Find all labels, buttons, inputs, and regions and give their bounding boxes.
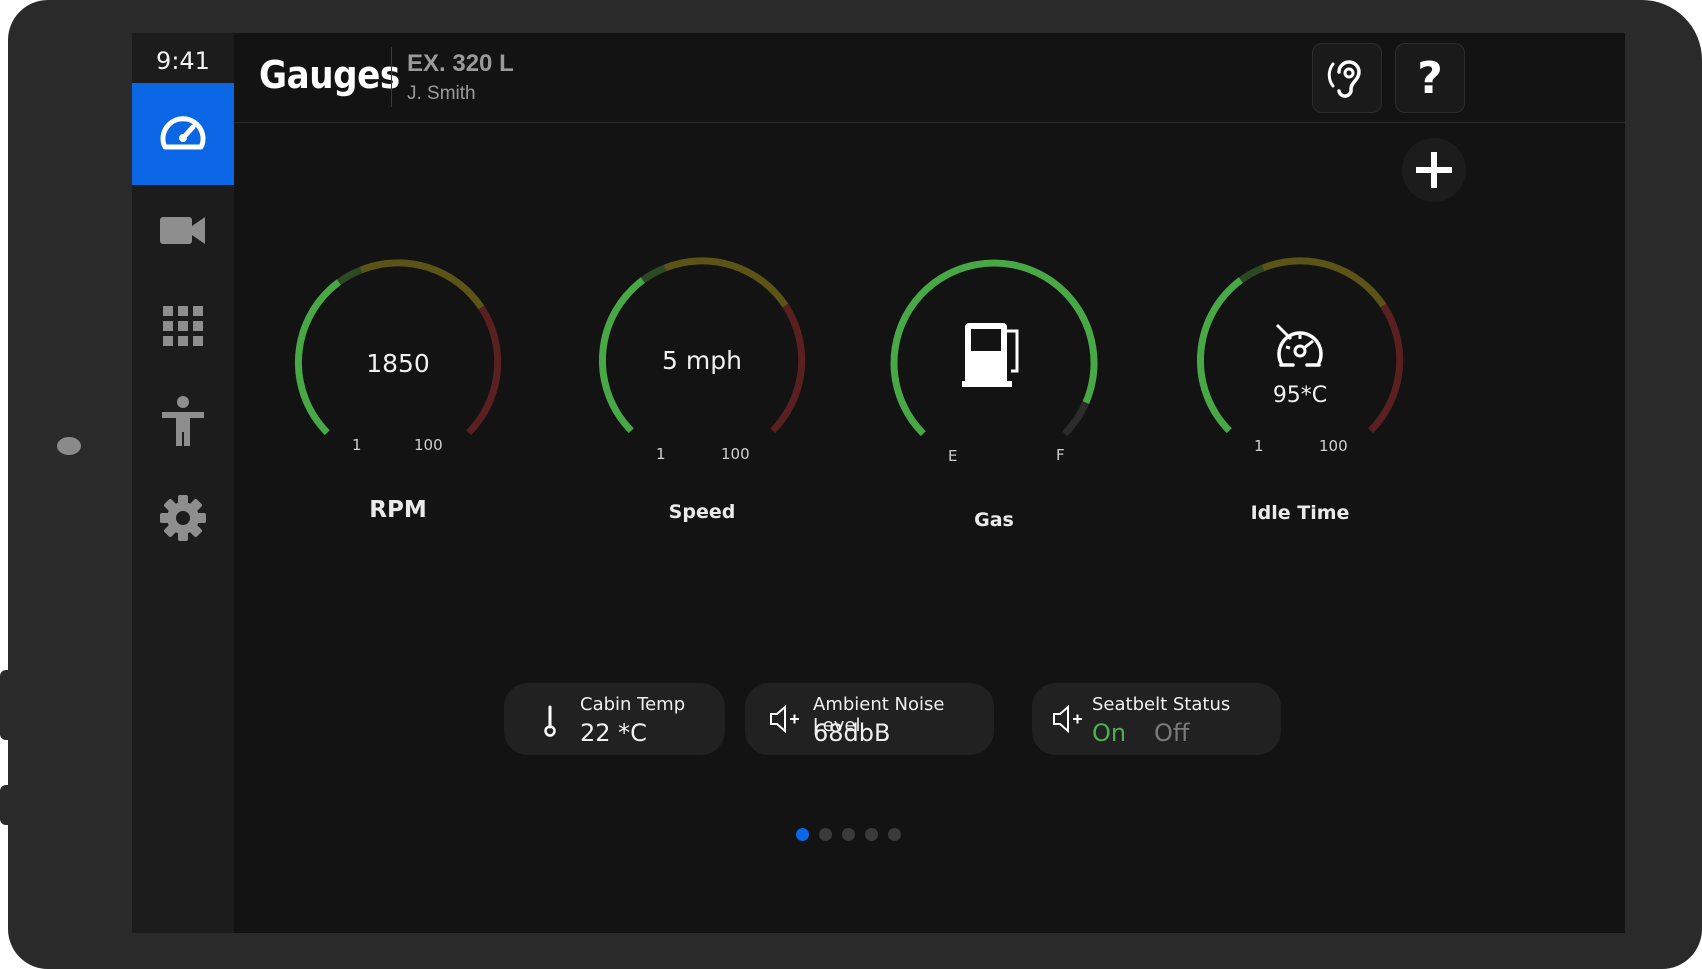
speaker-icon [770,705,799,733]
screen: 9:41 Gauges EX. 320 L J. Smith ? 1850 1 … [132,33,1625,933]
speaker-icon [1053,705,1082,733]
tablet-frame: 9:41 Gauges EX. 320 L J. Smith ? 1850 1 … [0,0,1702,969]
help-label: ? [1417,52,1443,104]
ear-icon [1327,60,1361,98]
sidebar-item-gauges[interactable] [132,83,234,185]
side-button-upper [0,670,10,740]
gauge-gas[interactable]: E F Gas [844,213,1144,531]
page-dot[interactable] [796,828,809,841]
fuel-pump-icon [962,317,1026,394]
hearing-assist-button[interactable] [1312,43,1382,113]
thermometer-icon [544,705,556,737]
rpm-min: 1 [352,436,362,454]
page-dot[interactable] [842,828,855,841]
cabin-temp-value: 22 *C [580,719,647,747]
help-button[interactable]: ? [1395,43,1465,113]
speed-min: 1 [656,445,666,463]
speedometer-icon [160,116,206,150]
idle-temp-value: 95*C [1272,383,1328,408]
video-camera-icon [160,217,205,244]
camera-lens [57,437,81,455]
cabin-temp-card[interactable]: Cabin Temp 22 *C [504,683,725,755]
plus-icon [1416,152,1452,188]
page-dot[interactable] [888,828,901,841]
add-gauge-button[interactable] [1402,138,1466,202]
operator-name: J. Smith [407,83,476,104]
idle-max: 100 [1319,437,1348,455]
idle-min: 1 [1254,437,1264,455]
header: Gauges EX. 320 L J. Smith ? [234,33,1625,123]
header-divider [391,47,392,107]
rpm-value: 1850 [366,349,430,378]
gauge-rpm[interactable]: 1850 1 100 RPM [248,213,548,523]
gas-label: Gas [974,509,1014,531]
gas-empty-mark: E [948,447,958,465]
seatbelt-status-card: Seatbelt Status On Off [1032,683,1281,755]
page-title: Gauges [259,53,400,97]
gear-icon [160,495,206,541]
accessibility-icon [162,396,204,446]
machine-model: EX. 320 L [407,50,514,77]
idle-time-label: Idle Time [1250,502,1350,524]
gauge-idle-time[interactable]: 95*C 1 100 Idle Time [1150,211,1450,524]
speed-value: 5 mph [662,346,742,375]
sidebar-item-camera[interactable] [132,179,234,281]
seatbelt-on-toggle[interactable]: On [1092,719,1126,747]
gas-full-mark: F [1056,446,1065,464]
page-dot[interactable] [819,828,832,841]
gauge-speed[interactable]: 5 mph 1 100 Speed [552,211,852,523]
page-dot[interactable] [865,828,878,841]
apps-grid-icon [163,306,203,346]
seatbelt-status-title: Seatbelt Status [1092,694,1231,715]
speed-max: 100 [721,445,750,463]
seatbelt-off-toggle[interactable]: Off [1154,719,1189,747]
sidebar-item-apps[interactable] [132,275,234,377]
sidebar: 9:41 [132,33,234,933]
ambient-noise-value: 68dbB [813,719,891,747]
ambient-noise-card[interactable]: Ambient Noise Level 68dbB [745,683,994,755]
status-time: 9:41 [156,47,210,75]
side-button-lower [0,785,10,825]
sidebar-item-accessibility[interactable] [132,371,234,473]
speed-label: Speed [668,501,736,523]
engine-idle-icon [1273,323,1327,376]
rpm-max: 100 [414,436,443,454]
sidebar-item-settings[interactable] [132,467,234,569]
rpm-label: RPM [369,497,427,523]
cabin-temp-title: Cabin Temp [580,694,686,715]
